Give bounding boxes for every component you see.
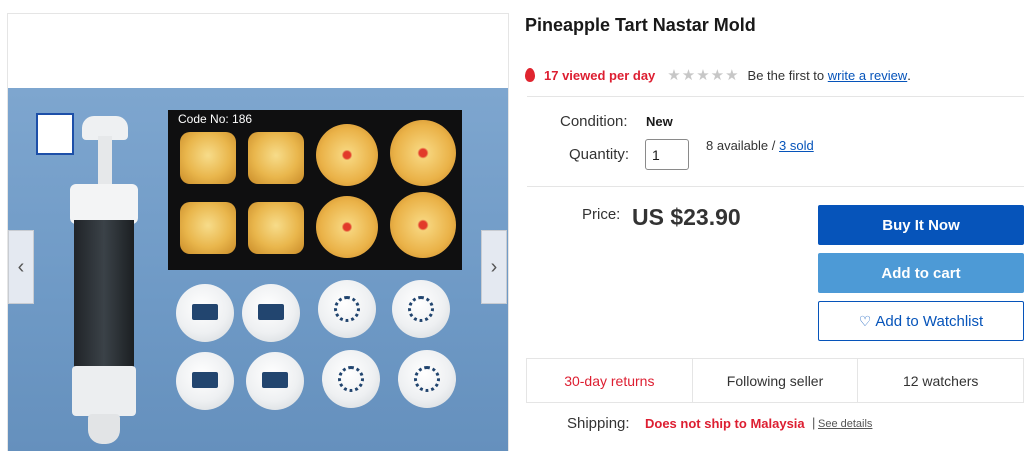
available-text: 8 available / — [706, 138, 776, 153]
add-to-cart-button[interactable]: Add to cart — [818, 253, 1024, 293]
fire-icon — [525, 68, 535, 82]
following-stat: Following seller — [693, 359, 859, 402]
condition-label: Condition: — [560, 113, 628, 130]
cookie-image — [248, 202, 304, 254]
shipping-label: Shipping: — [567, 415, 630, 432]
sold-link[interactable]: 3 sold — [779, 138, 814, 153]
cookie-image — [316, 124, 378, 186]
price-value: US $23.90 — [632, 204, 741, 230]
cookie-image — [390, 120, 456, 186]
star-icon: ★ — [725, 66, 739, 84]
nozzle-tip-image — [242, 284, 300, 342]
nozzle-tip-image — [392, 280, 450, 338]
cookie-image — [390, 192, 456, 258]
nozzle-tip-image — [176, 284, 234, 342]
cookie-image — [316, 196, 378, 258]
write-review-link[interactable]: write a review — [828, 68, 907, 83]
shipping-value: Does not ship to Malaysia — [645, 416, 805, 431]
star-icon: ★ — [681, 66, 696, 84]
quantity-label: Quantity: — [569, 146, 630, 163]
see-details-link[interactable]: See details — [818, 418, 872, 430]
chevron-left-icon: ‹ — [17, 255, 25, 278]
image-code-label: Code No: 186 — [178, 112, 253, 126]
viewed-count: 17 viewed per day — [544, 67, 656, 83]
product-title: Pineapple Tart Nastar Mold — [525, 15, 756, 35]
nozzle-tip-image — [246, 352, 304, 410]
image-gallery: Code No: 186 ‹ › — [7, 13, 509, 451]
cookie-image — [248, 132, 304, 184]
rating-row: 17 viewed per day ★ ★ ★ ★ ★ Be the first… — [525, 66, 911, 84]
seller-stats: 30-day returns Following seller 12 watch… — [526, 358, 1024, 403]
price-label: Price: — [582, 206, 621, 223]
cookie-image — [180, 132, 236, 184]
review-prompt: Be the first to — [747, 67, 825, 83]
star-icon: ★ — [696, 66, 710, 84]
condition-value: New — [646, 114, 673, 129]
star-icon: ★ — [710, 66, 725, 84]
divider — [527, 186, 1024, 187]
heart-icon: ♡ — [858, 312, 872, 329]
availability: 8 available / 3 sold — [706, 138, 814, 153]
shipping-separator: | — [812, 415, 816, 430]
nozzle-tip-image — [318, 280, 376, 338]
watchlist-label: Add to Watchlist — [875, 312, 984, 330]
divider — [527, 96, 1024, 97]
cookie-board: Code No: 186 — [168, 110, 462, 270]
add-to-watchlist-button[interactable]: ♡ Add to Watchlist — [818, 301, 1024, 341]
buy-it-now-button[interactable]: Buy It Now — [818, 205, 1024, 245]
cookie-image — [180, 202, 236, 254]
nozzle-tip-image — [322, 350, 380, 408]
cookie-press-image — [64, 116, 144, 451]
rating-stars: ★ ★ ★ ★ ★ — [667, 68, 739, 83]
nozzle-tip-image — [176, 352, 234, 410]
next-image-button[interactable]: › — [481, 230, 507, 304]
chevron-right-icon: › — [490, 255, 498, 278]
product-image[interactable]: Code No: 186 — [8, 88, 508, 451]
quantity-input[interactable] — [645, 139, 689, 170]
star-icon: ★ — [667, 66, 681, 84]
nozzle-tip-image — [398, 350, 456, 408]
previous-image-button[interactable]: ‹ — [8, 230, 34, 304]
review-suffix: . — [907, 67, 911, 83]
returns-stat: 30-day returns — [527, 359, 693, 402]
watchers-stat: 12 watchers — [902, 372, 979, 389]
